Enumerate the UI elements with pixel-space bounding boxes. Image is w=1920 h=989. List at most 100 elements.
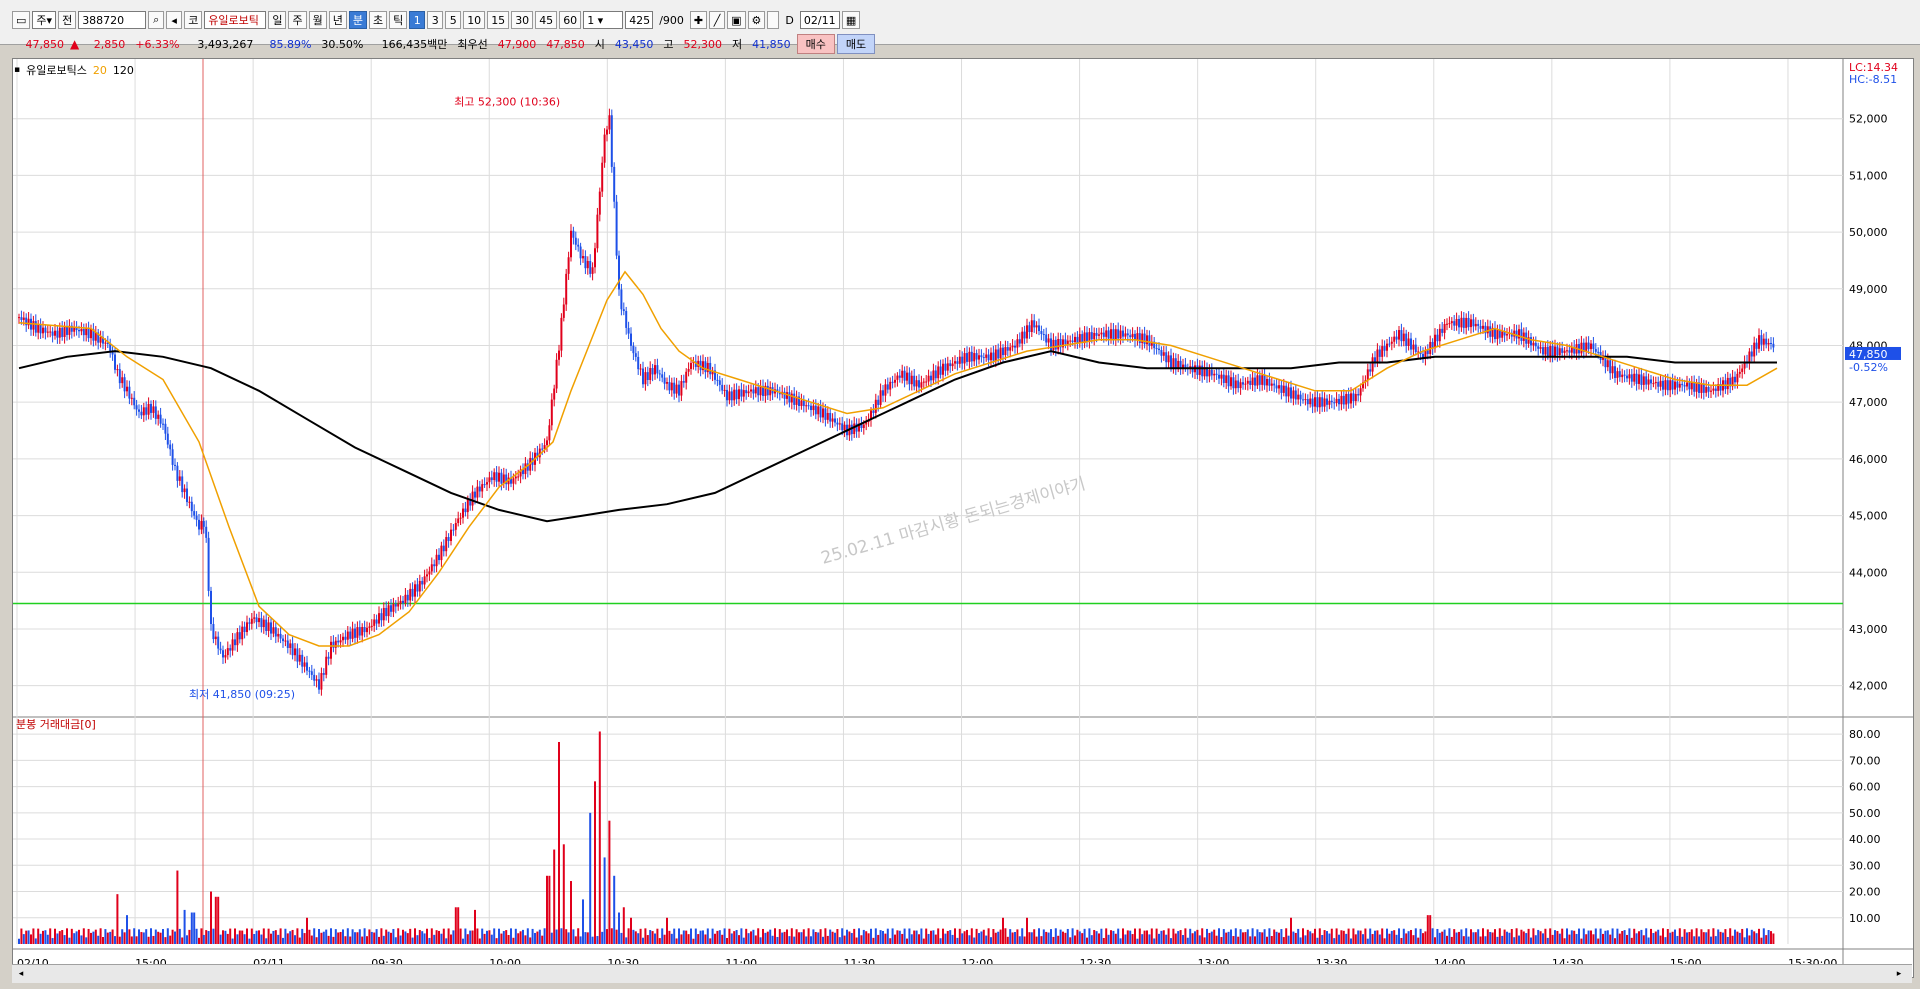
candle-body: [42, 327, 44, 334]
period-day[interactable]: 일: [268, 11, 287, 29]
volume-bar: [754, 935, 757, 944]
volume-bar: [385, 929, 388, 944]
candle-body: [1117, 329, 1120, 339]
gear-icon[interactable]: ⚙: [747, 11, 766, 29]
candle-body: [1354, 393, 1357, 402]
interval-60[interactable]: 60: [559, 11, 582, 29]
candle-body: [541, 448, 544, 450]
volume-bar: [1364, 928, 1367, 944]
scroll-left-icon[interactable]: ◂: [14, 967, 28, 981]
period-tick[interactable]: 틱: [389, 11, 408, 29]
line-tool-icon[interactable]: ╱: [709, 11, 726, 29]
scroll-right-icon[interactable]: ▸: [1892, 967, 1906, 981]
period-year[interactable]: 년: [328, 11, 347, 29]
speaker-icon[interactable]: ◂: [166, 11, 183, 29]
candle-body: [944, 363, 947, 371]
candle-body: [1390, 341, 1393, 344]
candle-body: [862, 424, 865, 428]
period-month[interactable]: 월: [308, 11, 327, 29]
volume-bar: [284, 928, 287, 944]
candle-body: [188, 501, 191, 503]
candle-body: [286, 640, 289, 648]
interval-15[interactable]: 15: [487, 11, 510, 29]
volume-bar: [1705, 932, 1708, 944]
volume-bar: [224, 930, 227, 944]
volume-bar: [786, 929, 788, 944]
candle-body: [1542, 347, 1544, 355]
period-week[interactable]: 주: [288, 11, 307, 29]
kospi-button[interactable]: 코: [184, 11, 203, 29]
buy-button[interactable]: 매수: [796, 34, 835, 54]
market-select[interactable]: 주 ▾: [32, 11, 57, 29]
volume-bar: [1278, 932, 1280, 944]
volume-bar: [178, 928, 181, 944]
count-select[interactable]: 1 ▾: [583, 11, 624, 29]
volume-bar: [829, 929, 832, 944]
legend-bullet-icon: ▪: [14, 65, 21, 75]
toolbar-row-1: ▭ 주 ▾ 전 388720 ⌕ ◂ 코 유일로보틱 일 주 월 년 분 초 틱 …: [12, 10, 861, 30]
volume-bar: [1664, 937, 1667, 944]
volume-bar: [1266, 936, 1268, 944]
volume-bar: [1170, 938, 1172, 944]
interval-5[interactable]: 5: [445, 11, 462, 29]
interval-45[interactable]: 45: [535, 11, 558, 29]
calendar-icon[interactable]: ▦: [841, 11, 861, 29]
volume-bar: [1062, 931, 1064, 944]
candle-body: [630, 333, 632, 346]
price-chart-svg[interactable]: 52,00051,00050,00049,00048,00047,00046,0…: [13, 59, 1913, 977]
candle-body: [1016, 339, 1019, 348]
volume-bar: [704, 934, 707, 944]
volume-bar: [1568, 934, 1571, 944]
stock-name-field[interactable]: 유일로보틱: [204, 11, 267, 29]
date-checkbox[interactable]: [767, 11, 780, 29]
candle-body: [212, 624, 215, 640]
volume-bar: [1734, 929, 1736, 944]
candle-body: [246, 622, 248, 633]
candle-body: [1702, 384, 1705, 393]
candle-body: [990, 352, 992, 361]
volume-bar: [142, 932, 145, 944]
range-input[interactable]: 425: [625, 11, 654, 29]
volume-bar: [1599, 928, 1602, 944]
volume-bar: [886, 928, 889, 944]
volume-bar: [75, 931, 78, 944]
candle-body: [1129, 335, 1132, 338]
volume-bar: [584, 932, 587, 944]
volume-bar: [1230, 929, 1232, 944]
crosshair-icon[interactable]: ✚: [689, 11, 708, 29]
code-input[interactable]: 388720: [78, 11, 147, 29]
volume-bar: [73, 933, 76, 944]
period-second[interactable]: 초: [368, 11, 388, 29]
volume-bar: [1772, 933, 1775, 944]
volume-bar: [1484, 936, 1487, 944]
volume-bar: [1076, 929, 1079, 944]
search-icon[interactable]: ⌕: [148, 11, 165, 29]
interval-30[interactable]: 30: [511, 11, 534, 29]
window-icon[interactable]: ▭: [12, 11, 31, 29]
chart-scrollbar[interactable]: ◂ ▸: [12, 964, 1912, 983]
candle-body: [301, 654, 304, 667]
interval-1[interactable]: 1: [409, 11, 426, 29]
sell-button[interactable]: 매도: [836, 34, 876, 54]
volume-bar: [925, 928, 928, 944]
save-icon[interactable]: ▣: [727, 11, 746, 29]
candle-body: [654, 365, 656, 375]
volume-bar: [1695, 928, 1698, 944]
interval-10[interactable]: 10: [463, 11, 486, 29]
scope-button[interactable]: 전: [58, 11, 77, 29]
candle-body: [438, 554, 440, 561]
candle-body: [238, 632, 241, 640]
chart-area[interactable]: 52,000 51,000 50,000 49,000 48,000 47,000 46,0…: [12, 58, 1914, 978]
candle-body: [1441, 328, 1444, 333]
volume-tick-label: 50.00: [1849, 807, 1881, 820]
candle-body: [1474, 323, 1477, 327]
volume-bar: [745, 928, 748, 944]
date-input[interactable]: 02/11: [799, 11, 840, 29]
candle-body: [1563, 350, 1566, 353]
interval-3[interactable]: 3: [427, 11, 444, 29]
candle-body: [1345, 393, 1348, 405]
volume-bar: [920, 928, 923, 944]
volume-bar: [752, 929, 755, 944]
candle-body: [1285, 385, 1288, 397]
period-minute[interactable]: 분: [348, 11, 367, 29]
